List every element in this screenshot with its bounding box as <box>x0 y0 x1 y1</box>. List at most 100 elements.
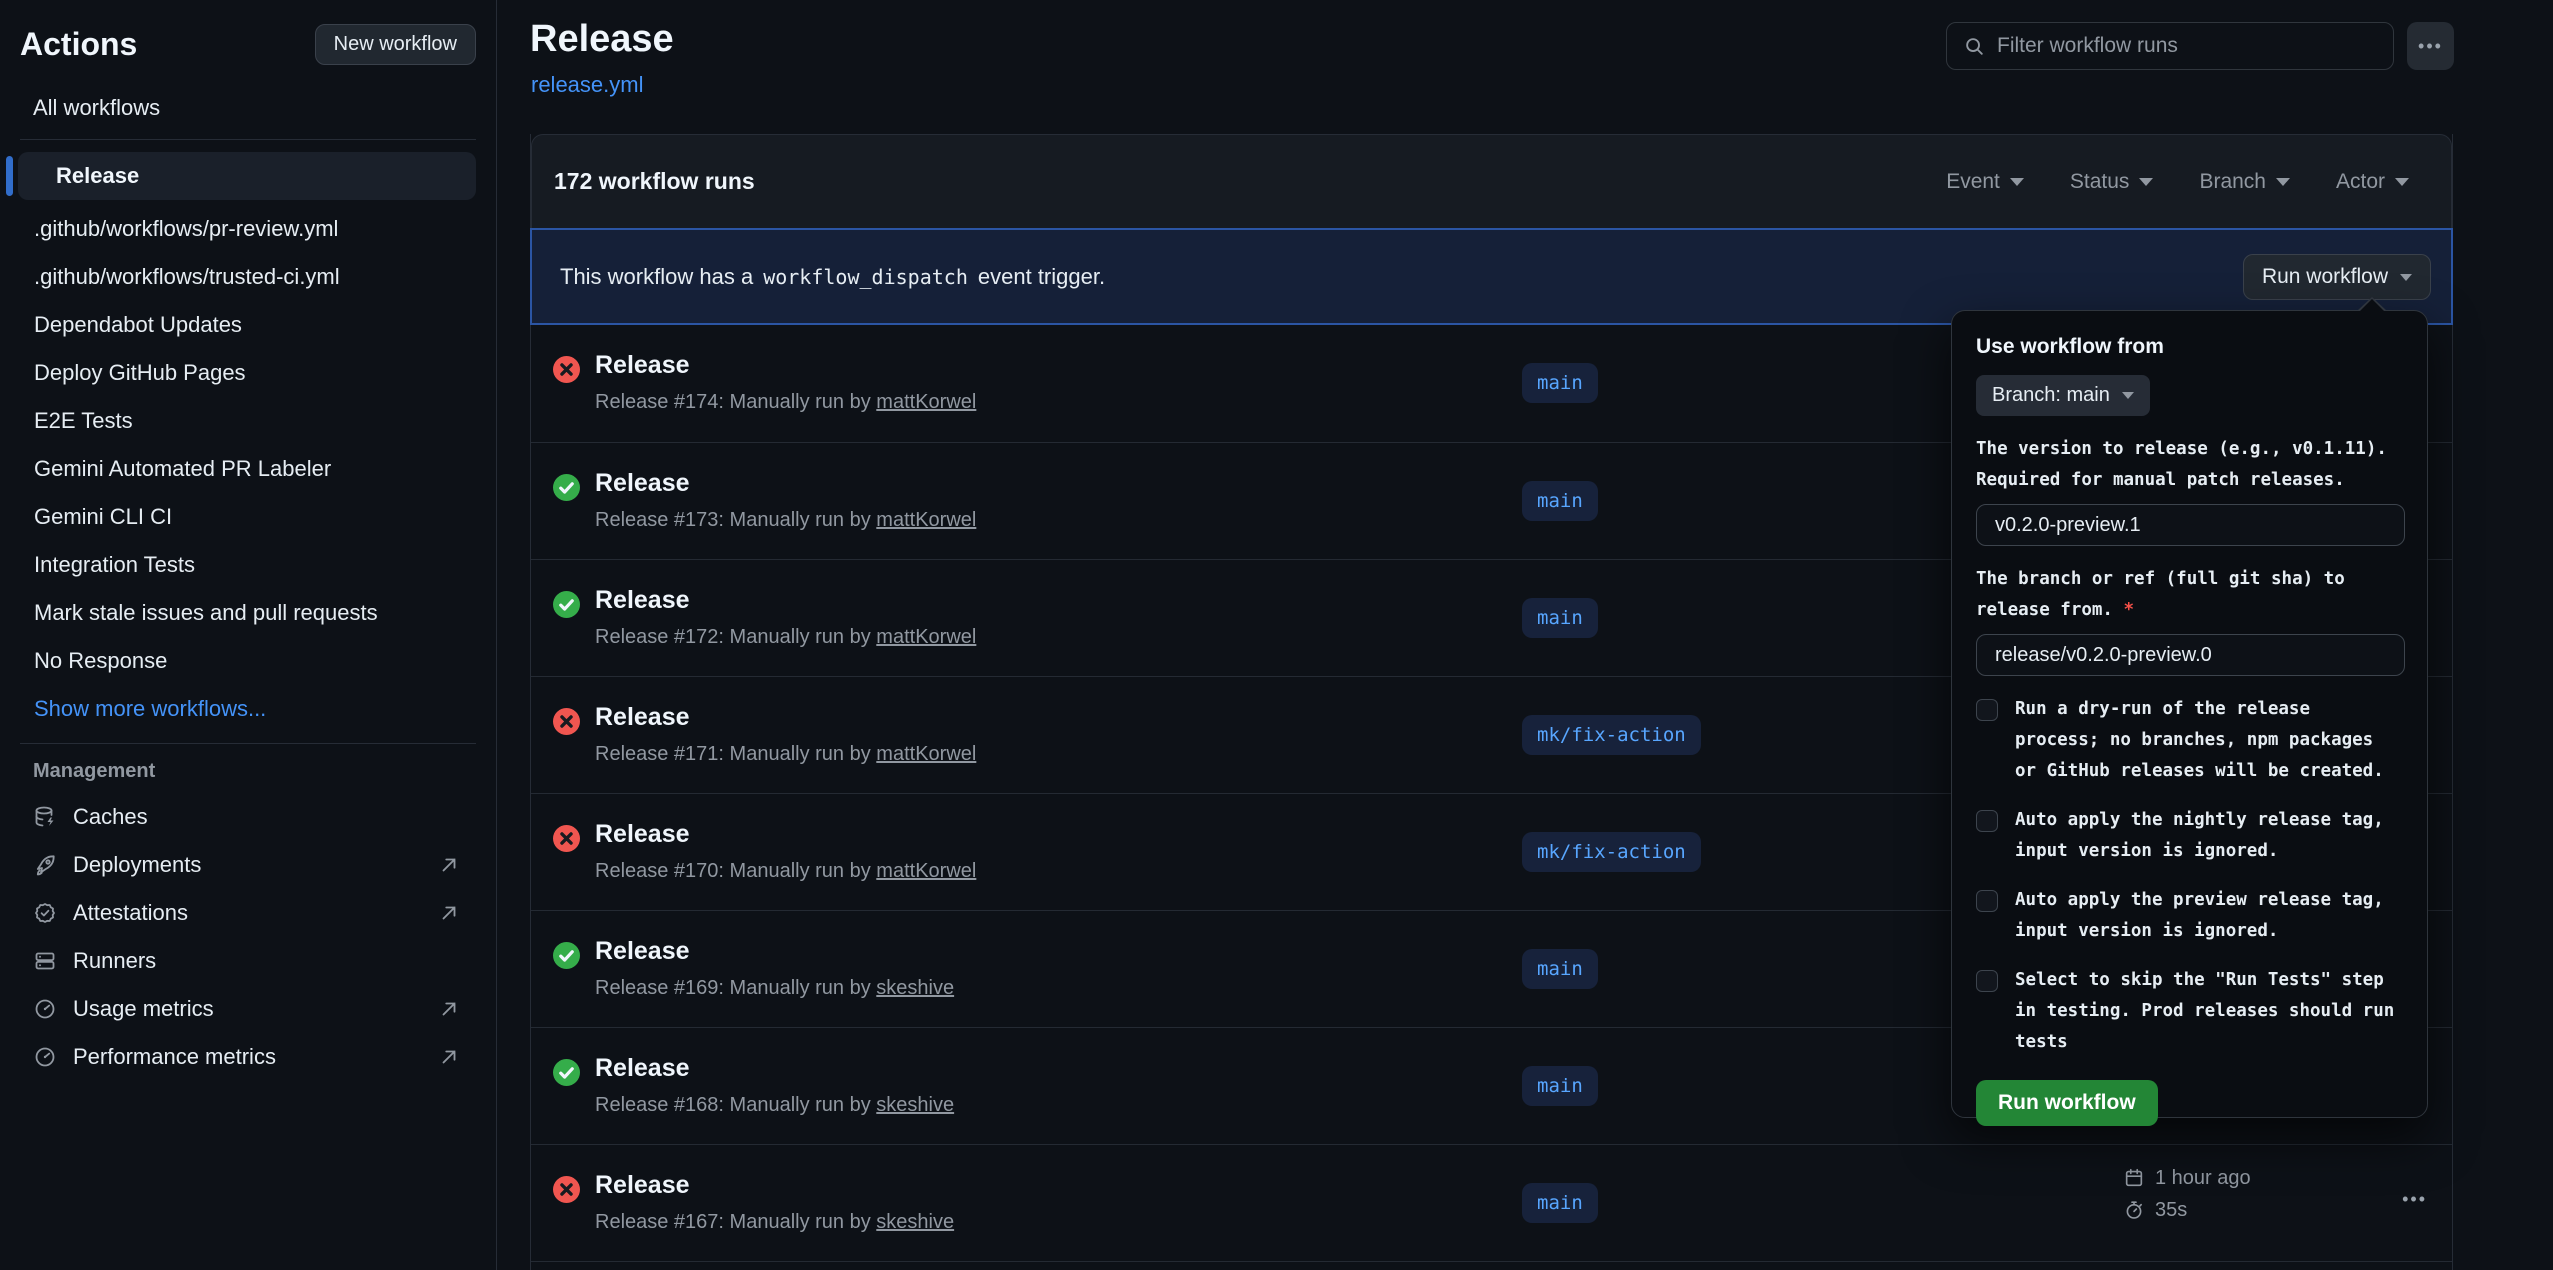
sidebar-item-trusted-ci[interactable]: .github/workflows/trusted-ci.yml <box>0 253 496 301</box>
version-field-description: The version to release (e.g., v0.1.11). … <box>1976 434 2403 496</box>
success-icon <box>553 1059 580 1086</box>
sidebar-item-performance-metrics[interactable]: Performance metrics <box>0 1033 496 1081</box>
ref-input[interactable] <box>1976 634 2405 676</box>
branch-badge[interactable]: mk/fix-action <box>1522 715 1701 755</box>
dry-run-checkbox[interactable] <box>1976 699 1998 721</box>
branch-badge[interactable]: main <box>1522 1066 1598 1106</box>
actor-link[interactable]: skeshive <box>876 1094 954 1116</box>
search-input[interactable] <box>1997 34 2357 58</box>
run-title[interactable]: Release <box>595 586 690 615</box>
chevron-down-icon <box>2010 178 2024 186</box>
sidebar-item-mark-stale[interactable]: Mark stale issues and pull requests <box>0 589 496 637</box>
branch-badge[interactable]: mk/fix-action <box>1522 832 1701 872</box>
run-workflow-submit-button[interactable]: Run workflow <box>1976 1080 2158 1126</box>
branch-badge[interactable]: main <box>1522 949 1598 989</box>
failure-icon <box>553 1176 580 1203</box>
workflow-file-link[interactable]: release.yml <box>531 72 643 98</box>
actor-link[interactable]: mattKorwel <box>876 626 976 648</box>
run-meta: 1 hour ago 35s <box>2123 1162 2251 1226</box>
next-run-row-partial <box>531 1261 2452 1270</box>
failure-icon <box>553 825 580 852</box>
filter-event[interactable]: Event <box>1946 170 2024 194</box>
sidebar-item-no-response[interactable]: No Response <box>0 637 496 685</box>
chevron-down-icon <box>2122 392 2134 399</box>
run-kebab-menu-button[interactable] <box>2402 1189 2427 1210</box>
sidebar-item-gemini-pr-labeler[interactable]: Gemini Automated PR Labeler <box>0 445 496 493</box>
run-title[interactable]: Release <box>595 469 690 498</box>
preview-tag-checkbox[interactable] <box>1976 890 1998 912</box>
run-count: 172 workflow runs <box>554 168 755 195</box>
dry-run-option: Run a dry-run of the release process; no… <box>1976 694 2403 787</box>
actor-link[interactable]: mattKorwel <box>876 743 976 765</box>
actor-link[interactable]: mattKorwel <box>876 860 976 882</box>
sidebar-item-e2e-tests[interactable]: E2E Tests <box>0 397 496 445</box>
branch-badge[interactable]: main <box>1522 363 1598 403</box>
branch-badge[interactable]: main <box>1522 598 1598 638</box>
sidebar-item-gemini-cli-ci[interactable]: Gemini CLI CI <box>0 493 496 541</box>
sidebar-item-usage-metrics[interactable]: Usage metrics <box>0 985 496 1033</box>
show-more-workflows-link[interactable]: Show more workflows... <box>0 685 496 733</box>
management-section-label: Management <box>33 760 496 783</box>
sidebar-item-label: Deployments <box>73 852 201 878</box>
run-title[interactable]: Release <box>595 820 690 849</box>
sidebar-item-label: Release <box>56 163 139 189</box>
actor-link[interactable]: mattKorwel <box>876 391 976 413</box>
sidebar-item-integration-tests[interactable]: Integration Tests <box>0 541 496 589</box>
checkbox-label: Select to skip the "Run Tests" step in t… <box>2015 965 2394 1058</box>
actor-link[interactable]: mattKorwel <box>876 509 976 531</box>
sidebar-divider <box>20 743 476 744</box>
chevron-down-icon <box>2395 178 2409 186</box>
preview-tag-option: Auto apply the preview release tag, inpu… <box>1976 885 2403 947</box>
search-icon <box>1963 35 1985 57</box>
sidebar-item-caches[interactable]: Caches <box>0 793 496 841</box>
skip-tests-checkbox[interactable] <box>1976 970 1998 992</box>
branch-badge[interactable]: main <box>1522 1183 1598 1223</box>
run-description: Release #171: Manually run by mattKorwel <box>595 743 976 766</box>
nightly-tag-checkbox[interactable] <box>1976 810 1998 832</box>
failure-icon <box>553 356 580 383</box>
banner-text: This workflow has a workflow_dispatch ev… <box>560 264 1105 290</box>
run-time: 1 hour ago <box>2123 1162 2251 1194</box>
sidebar-item-deploy-github-pages[interactable]: Deploy GitHub Pages <box>0 349 496 397</box>
run-title[interactable]: Release <box>595 937 690 966</box>
sidebar-item-release-selected[interactable]: Release <box>18 152 476 200</box>
run-description: Release #167: Manually run by skeshive <box>595 1211 954 1234</box>
run-title[interactable]: Release <box>595 1054 690 1083</box>
run-row-167[interactable]: Release Release #167: Manually run by sk… <box>531 1144 2452 1261</box>
actor-link[interactable]: skeshive <box>876 977 954 999</box>
filter-branch[interactable]: Branch <box>2199 170 2290 194</box>
new-workflow-button[interactable]: New workflow <box>315 24 476 65</box>
run-title[interactable]: Release <box>595 1171 690 1200</box>
filter-runs-search[interactable] <box>1946 22 2394 70</box>
checkbox-label: Run a dry-run of the release process; no… <box>2015 694 2384 787</box>
chevron-down-icon <box>2400 274 2412 281</box>
branch-select-button[interactable]: Branch: main <box>1976 375 2150 416</box>
page-title: Release <box>530 18 674 61</box>
sidebar-item-all-workflows[interactable]: All workflows <box>33 95 160 121</box>
version-input[interactable] <box>1976 504 2405 546</box>
run-workflow-dropdown-button[interactable]: Run workflow <box>2243 254 2431 300</box>
run-title[interactable]: Release <box>595 703 690 732</box>
run-description: Release #170: Manually run by mattKorwel <box>595 860 976 883</box>
run-description: Release #172: Manually run by mattKorwel <box>595 626 976 649</box>
run-duration: 35s <box>2123 1194 2251 1226</box>
sidebar-item-attestations[interactable]: Attestations <box>0 889 496 937</box>
sidebar-item-deployments[interactable]: Deployments <box>0 841 496 889</box>
branch-badge[interactable]: main <box>1522 481 1598 521</box>
filter-status[interactable]: Status <box>2070 170 2154 194</box>
success-icon <box>553 942 580 969</box>
sidebar-item-dependabot-updates[interactable]: Dependabot Updates <box>0 301 496 349</box>
page-kebab-menu-button[interactable] <box>2407 22 2454 70</box>
list-filters: Event Status Branch Actor <box>1946 170 2409 194</box>
server-icon <box>33 949 57 973</box>
sidebar-item-runners[interactable]: Runners <box>0 937 496 985</box>
filter-actor[interactable]: Actor <box>2336 170 2409 194</box>
sidebar-item-pr-review[interactable]: .github/workflows/pr-review.yml <box>0 205 496 253</box>
run-description: Release #173: Manually run by mattKorwel <box>595 509 976 532</box>
actor-link[interactable]: skeshive <box>876 1211 954 1233</box>
run-title[interactable]: Release <box>595 351 690 380</box>
arrow-up-right-icon <box>438 854 460 876</box>
sidebar-item-label: Attestations <box>73 900 188 926</box>
checkbox-label: Auto apply the nightly release tag, inpu… <box>2015 805 2384 867</box>
panel-heading: Use workflow from <box>1976 335 2403 359</box>
